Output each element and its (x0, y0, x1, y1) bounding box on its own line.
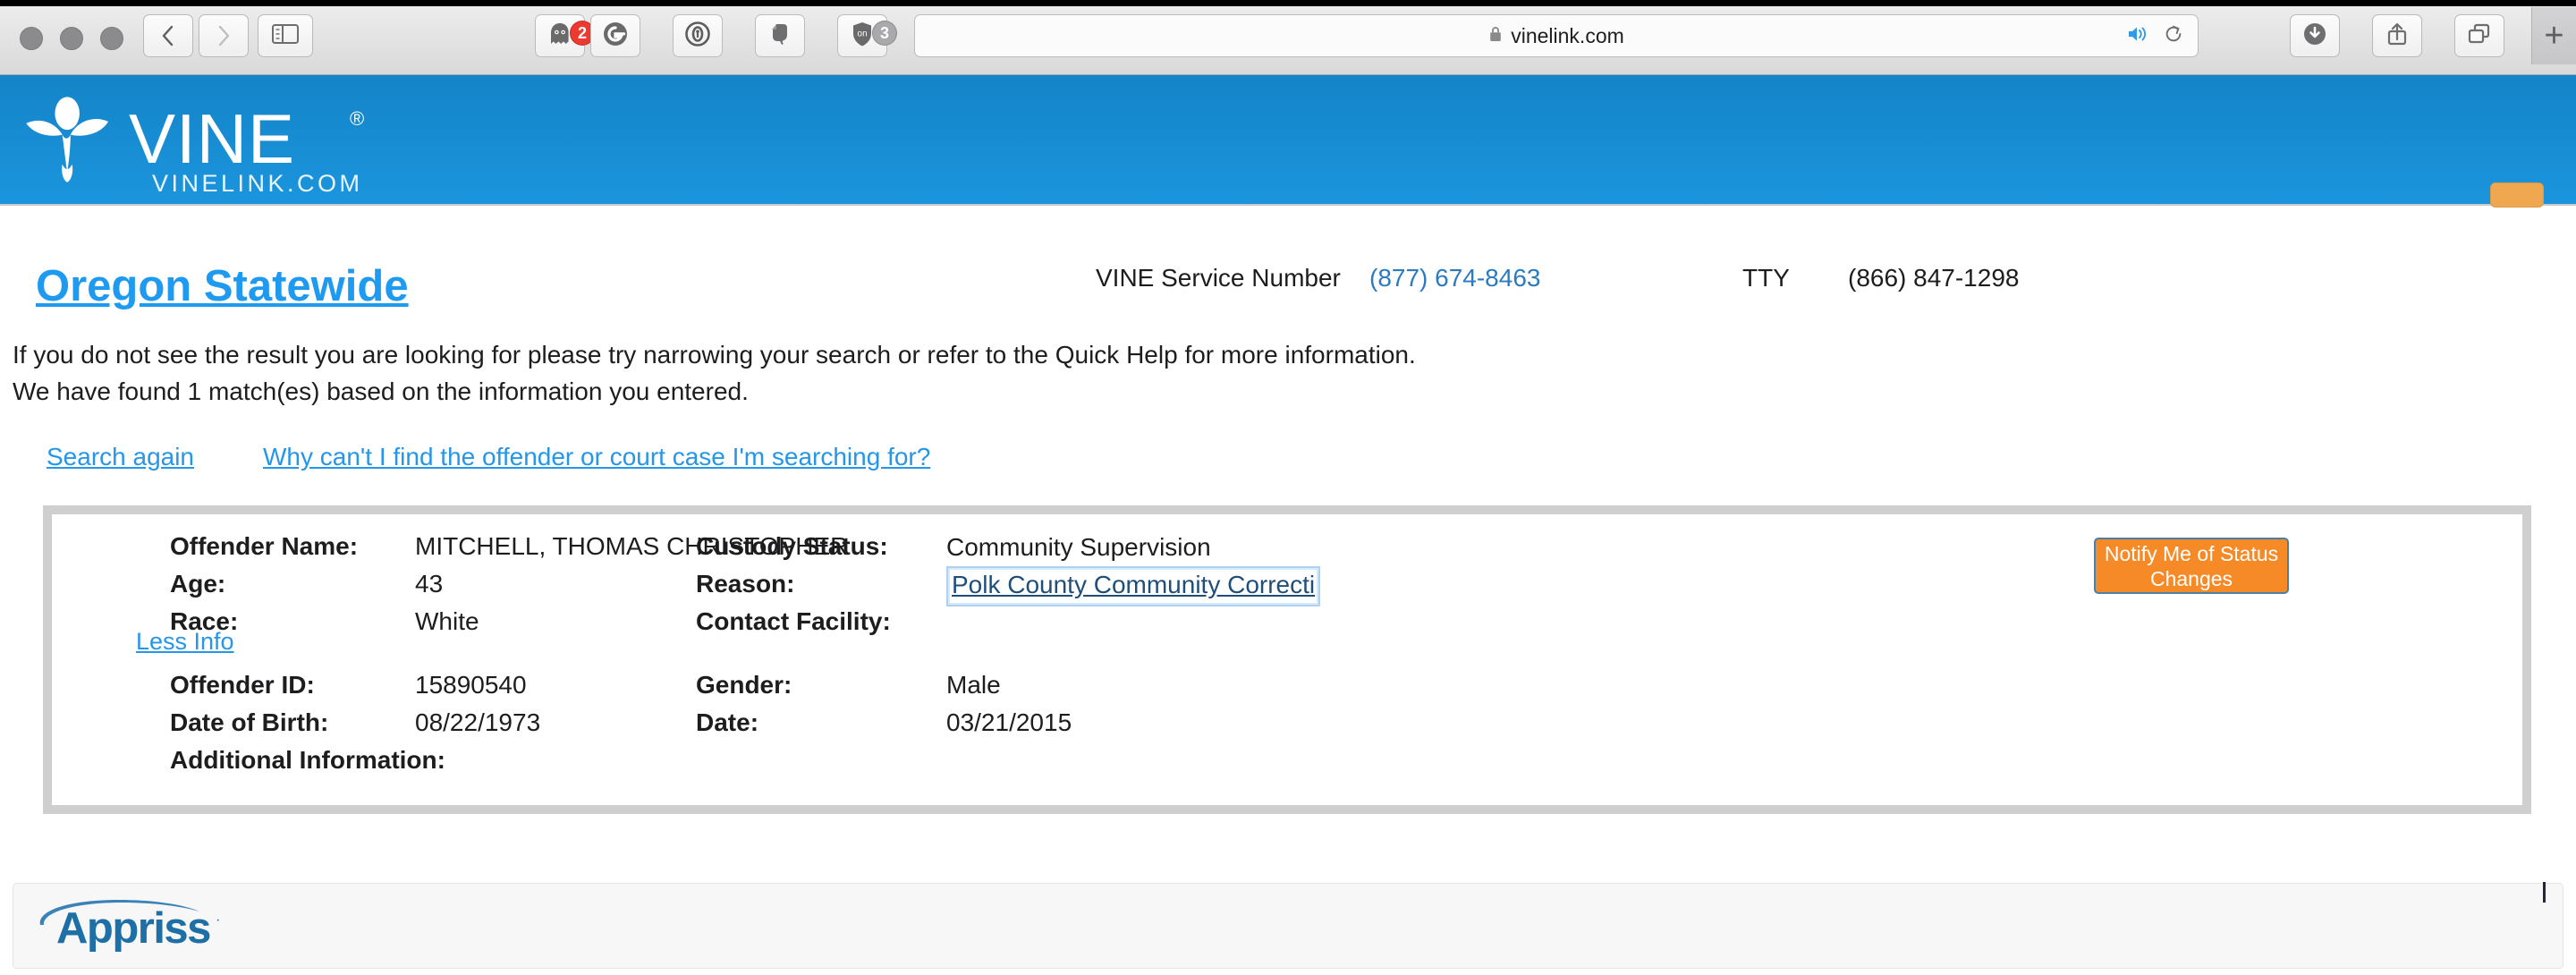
notice-line-1: If you do not see the result you are loo… (13, 341, 1416, 369)
onepassword-extension-button[interactable] (673, 14, 723, 57)
lock-icon (1488, 25, 1503, 47)
text-cursor-caret (2543, 882, 2546, 903)
offender-result-inner: Offender Name: MITCHELL, THOMAS CHRISTOP… (52, 514, 2522, 805)
offender-id-label: Offender ID: (170, 671, 315, 699)
vine-leaf-icon (26, 97, 108, 182)
window-traffic-lights[interactable] (20, 27, 123, 50)
chevron-left-icon (161, 24, 175, 47)
offender-name-label: Offender Name: (170, 532, 359, 560)
service-number-label: VINE Service Number (1096, 264, 1341, 292)
offender-result-panel: Offender Name: MITCHELL, THOMAS CHRISTOP… (43, 505, 2531, 814)
custody-status-label: Custody Status: (696, 532, 888, 560)
download-icon (2302, 21, 2327, 51)
minimize-window-button[interactable] (60, 27, 83, 50)
date-of-birth-value: 08/22/1973 (415, 708, 541, 736)
date-label: Date: (696, 708, 759, 736)
why-cant-i-find-link[interactable]: Why can't I find the offender or court c… (263, 443, 930, 471)
window-top-edge (0, 0, 2576, 6)
speaker-playing-icon[interactable] (2126, 24, 2149, 48)
contact-facility-field[interactable]: Polk County Community Correcti (946, 566, 1321, 606)
address-bar-right-icons (2126, 24, 2183, 48)
tty-number-value: (866) 847-1298 (1848, 264, 2020, 292)
custody-status-value: Community Supervision (946, 533, 1211, 561)
appriss-logo[interactable]: Appriss · (33, 894, 248, 955)
svg-text:uo: uo (857, 29, 868, 38)
grammarly-extension-button[interactable] (590, 14, 640, 57)
date-value: 03/21/2015 (946, 708, 1072, 736)
search-again-link[interactable]: Search again (47, 443, 194, 471)
tab-overview-icon (2467, 22, 2492, 50)
tab-overview-button[interactable] (2454, 14, 2504, 57)
contact-facility-link[interactable]: Polk County Community Correcti (952, 571, 1315, 599)
share-button[interactable] (2372, 14, 2422, 57)
notify-status-changes-button[interactable]: Notify Me of Status Changes (2094, 538, 2289, 594)
browser-chrome: 2 uo 3 vinelink.com + (0, 0, 2576, 75)
offender-id-value: 15890540 (415, 671, 527, 699)
header-action-button[interactable] (2490, 182, 2544, 208)
ghostery-extension-icon (548, 21, 572, 51)
age-label: Age: (170, 570, 226, 598)
grammarly-extension-icon (602, 21, 629, 52)
page-footer: Appriss · (0, 868, 2576, 975)
age-value: 43 (415, 570, 444, 598)
ublock-shield-icon: uo (851, 21, 874, 52)
downloads-button[interactable] (2290, 14, 2340, 57)
chevron-right-icon (216, 24, 231, 47)
evernote-extension-button[interactable] (755, 14, 805, 57)
1password-keyhole-icon (684, 21, 711, 52)
url-text: vinelink.com (1511, 23, 1624, 47)
ublock-badge-count: 3 (872, 21, 897, 46)
tty-label: TTY (1742, 264, 1790, 292)
share-icon (2385, 21, 2409, 51)
site-header: VINE ® VINELINK.COM (0, 75, 2576, 208)
new-tab-button[interactable]: + (2531, 7, 2576, 64)
maximize-window-button[interactable] (100, 27, 123, 50)
less-info-toggle-link[interactable]: Less Info (136, 628, 234, 656)
gender-label: Gender: (696, 671, 792, 699)
vine-wordmark: VINE (129, 99, 296, 178)
sidebar-toggle-icon (272, 23, 299, 48)
evernote-elephant-icon (768, 21, 792, 51)
footer-bar: Appriss · (13, 883, 2563, 969)
reason-label: Reason: (696, 570, 795, 598)
contact-facility-label: Contact Facility: (696, 607, 891, 635)
forward-button[interactable] (199, 14, 249, 57)
vine-subtitle: VINELINK.COM (152, 170, 363, 197)
state-title-link[interactable]: Oregon Statewide (36, 261, 409, 311)
vine-logo[interactable]: VINE ® VINELINK.COM (20, 88, 377, 197)
ublock-origin-extension-button[interactable]: uo 3 (837, 14, 897, 57)
back-button[interactable] (143, 14, 193, 57)
registered-trademark: ® (350, 107, 365, 130)
gender-value: Male (946, 671, 1001, 699)
service-number-value[interactable]: (877) 674-8463 (1369, 264, 1540, 292)
close-window-button[interactable] (20, 27, 43, 50)
address-bar-center: vinelink.com (915, 24, 2198, 48)
sidebar-toggle-button[interactable] (258, 14, 313, 57)
appriss-registered-mark: · (216, 912, 221, 928)
date-of-birth-label: Date of Birth: (170, 708, 329, 736)
additional-information-label: Additional Information: (170, 746, 445, 774)
appriss-wordmark: Appriss (56, 904, 211, 953)
race-value: White (415, 607, 479, 635)
notice-line-2: We have found 1 match(es) based on the i… (13, 377, 749, 405)
address-bar[interactable]: vinelink.com (914, 14, 2199, 57)
reload-icon[interactable] (2164, 24, 2183, 48)
ghostery-extension-button[interactable]: 2 (535, 14, 595, 57)
